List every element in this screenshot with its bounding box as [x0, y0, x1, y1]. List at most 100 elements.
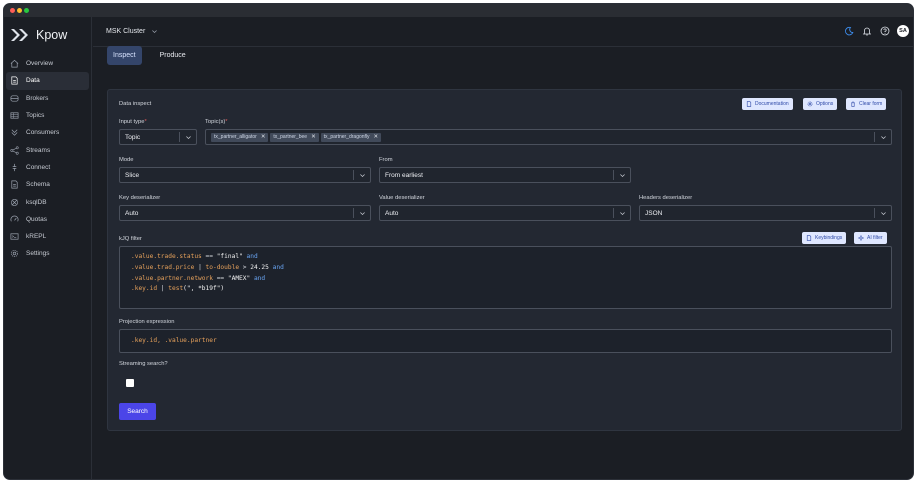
chevron-down-icon	[614, 210, 630, 217]
key-deserializer-select[interactable]: Auto	[119, 205, 371, 221]
chevron-down-icon	[354, 210, 370, 217]
value-deserializer-label: Value deserializer	[379, 195, 425, 201]
avatar[interactable]: SA	[897, 25, 909, 37]
code-path: .value.partner.network	[131, 274, 213, 282]
sidebar-item-consumers[interactable]: Consumers	[6, 124, 89, 141]
topbar-actions: SA	[836, 25, 909, 37]
documentation-label: Documentation	[755, 101, 789, 107]
moon-icon[interactable]	[844, 26, 854, 36]
headers-deserializer-label: Headers deserializer	[639, 195, 693, 201]
sidebar-item-label: Data	[26, 77, 40, 85]
sidebar-item-connect[interactable]: Connect	[6, 159, 89, 176]
streaming-search-checkbox[interactable]	[126, 379, 134, 387]
document-icon	[746, 101, 752, 107]
code-line: .key.id | test(", *b19f")	[131, 284, 891, 295]
required-marker: *	[225, 119, 228, 125]
mode-select[interactable]: Slice	[119, 167, 371, 183]
topics-multiselect[interactable]: tx_partner_alligator ✕ tx_partner_bee ✕ tx…	[205, 129, 892, 145]
code-line: .value.partner.network == "AMEX" and	[131, 274, 891, 285]
remove-chip-icon[interactable]: ✕	[261, 134, 266, 140]
clear-form-label: Clear form	[859, 101, 883, 107]
data-tabs: Inspect Produce	[107, 46, 204, 65]
kjq-filter-label: kJQ filter	[119, 236, 142, 242]
sidebar-item-ksqldb[interactable]: ksqlDB	[6, 193, 89, 210]
topbar: MSK Cluster SA	[93, 17, 913, 47]
from-select[interactable]: From earliest	[379, 167, 631, 183]
streaming-search-label: Streaming search?	[119, 361, 168, 367]
sidebar-nav: Overview Data Brokers Topics Consumers S…	[4, 55, 92, 263]
code-function: to-double	[205, 263, 240, 271]
documentation-button[interactable]: Documentation	[742, 98, 793, 110]
projection-label: Projection expression	[119, 319, 175, 325]
schema-icon	[10, 180, 19, 189]
chevron-down-icon	[614, 172, 630, 179]
topics-label: Topic(s)*	[205, 119, 228, 125]
tab-produce[interactable]: Produce	[154, 46, 192, 65]
window-titlebar	[4, 4, 913, 17]
sidebar-item-streams[interactable]: Streams	[6, 141, 89, 158]
connect-icon	[10, 163, 19, 172]
help-icon[interactable]	[880, 26, 890, 36]
kjq-filter-editor[interactable]: .value.trade.status == "final" and .valu…	[119, 246, 892, 309]
terminal-icon	[10, 232, 19, 241]
code-path: .value.trade.status	[131, 253, 202, 260]
keybindings-button[interactable]: Keybindings	[802, 232, 847, 244]
code-operator: ==	[201, 253, 217, 260]
sidebar-item-label: Overview	[26, 60, 54, 68]
sidebar-item-label: Quotas	[26, 215, 47, 223]
sidebar-item-label: Settings	[26, 250, 50, 258]
minimize-window-button[interactable]	[17, 8, 22, 13]
sidebar-item-settings[interactable]: Settings	[6, 245, 89, 262]
code-literal: (", *b19f")	[183, 285, 225, 293]
sidebar-item-data[interactable]: Data	[6, 72, 89, 90]
chevron-down-icon	[354, 172, 370, 179]
bell-icon[interactable]	[862, 26, 872, 36]
topics-label-text: Topic(s)	[205, 119, 226, 125]
sidebar-item-krepl[interactable]: kREPL	[6, 228, 89, 245]
broker-icon	[10, 94, 19, 103]
code-literal: 24.25	[250, 263, 269, 271]
chevron-down-icon	[875, 134, 891, 141]
table-icon	[10, 111, 19, 120]
kpow-logo[interactable]: Kpow	[10, 28, 67, 42]
sidebar-item-schema[interactable]: Schema	[6, 176, 89, 193]
ksql-icon	[10, 198, 19, 207]
app-window: Kpow Overview Data Brokers Topics Consum…	[3, 3, 914, 480]
close-window-button[interactable]	[10, 8, 15, 13]
projection-value: .key.id, .value.partner	[131, 337, 217, 344]
document-icon	[806, 235, 812, 241]
search-button[interactable]: Search	[119, 403, 156, 420]
ai-filter-label: AI filter	[867, 235, 883, 241]
sidebar-item-quotas[interactable]: Quotas	[6, 211, 89, 228]
ai-filter-button[interactable]: AI filter	[854, 232, 887, 244]
clear-form-button[interactable]: Clear form	[846, 98, 887, 110]
input-type-value: Topic	[125, 133, 141, 141]
sidebar-item-label: ksqlDB	[26, 198, 47, 206]
code-line: .value.trad.price | to-double > 24.25 an…	[131, 263, 891, 274]
value-deserializer-select[interactable]: Auto	[379, 205, 631, 221]
code-literal: "final"	[216, 253, 243, 260]
headers-deserializer-select[interactable]: JSON	[639, 205, 892, 221]
data-inspect-panel: Data inspect Documentation Options Clear…	[107, 89, 902, 431]
input-type-select[interactable]: Topic	[119, 129, 197, 145]
remove-chip-icon[interactable]: ✕	[374, 134, 379, 140]
maximize-window-button[interactable]	[24, 8, 29, 13]
tab-inspect[interactable]: Inspect	[107, 46, 142, 65]
key-deserializer-value: Auto	[125, 209, 139, 217]
sparkle-icon	[858, 235, 864, 241]
options-label: Options	[816, 101, 834, 107]
options-button[interactable]: Options	[803, 98, 838, 110]
chevron-down-icon	[875, 210, 891, 217]
sidebar-item-topics[interactable]: Topics	[6, 107, 89, 124]
chevron-down-icon	[152, 30, 158, 34]
code-path: .value.trad.price	[131, 263, 195, 271]
projection-editor[interactable]: .key.id, .value.partner	[119, 329, 892, 353]
sidebar-item-overview[interactable]: Overview	[6, 55, 89, 72]
cluster-selector[interactable]: MSK Cluster	[106, 28, 158, 35]
mode-label: Mode	[119, 157, 134, 163]
sidebar-item-label: kREPL	[26, 233, 47, 241]
remove-chip-icon[interactable]: ✕	[311, 134, 316, 140]
sidebar-item-label: Schema	[26, 181, 50, 189]
sidebar-item-brokers[interactable]: Brokers	[6, 90, 89, 107]
code-line: .value.trade.status == "final" and	[131, 252, 891, 263]
